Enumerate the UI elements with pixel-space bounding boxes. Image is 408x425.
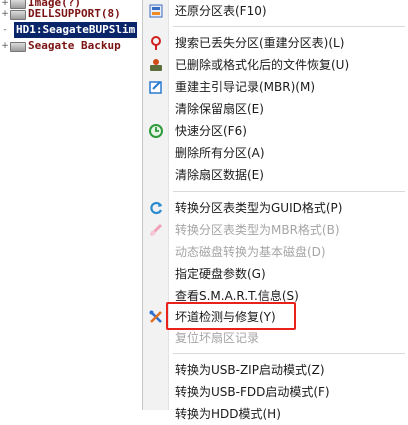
menu-item-label: 已删除或格式化后的文件恢复(U)	[175, 58, 350, 72]
search-lost-partition-icon	[148, 35, 164, 51]
rebuild-mbr-icon	[148, 79, 164, 95]
menu-item-convert-hdd[interactable]: 转换为HDD模式(H)	[143, 403, 408, 425]
menu-item-clear-reserved-sectors[interactable]: 清除保留扇区(E)	[143, 98, 408, 120]
menu-item-label: 清除保留扇区(E)	[175, 102, 264, 116]
menu-item-convert-usb-fdd[interactable]: 转换为USB-FDD启动模式(F)	[143, 381, 408, 403]
menu-item-quick-partition[interactable]: 快速分区(F6)	[143, 120, 408, 142]
tree-item-dellsupport[interactable]: + DELLSUPPORT(8)	[0, 6, 142, 22]
menu-item-restore-partition-table[interactable]: 还原分区表(F10)	[143, 0, 408, 22]
menu-item-label: 动态磁盘转换为基本磁盘(D)	[175, 245, 326, 259]
tools-icon	[148, 309, 164, 325]
tree-expander[interactable]: -	[0, 22, 10, 38]
menu-item-label: 清除扇区数据(E)	[175, 168, 264, 182]
menu-item-clear-sector-data[interactable]: 清除扇区数据(E)	[143, 164, 408, 186]
menu-item-convert-to-guid[interactable]: 转换分区表类型为GUID格式(P)	[143, 197, 408, 219]
menu-item-label: 转换为HDD模式(H)	[175, 407, 281, 421]
tree-item-label: Seagate Backup	[28, 39, 121, 52]
menu-item-dynamic-to-basic[interactable]: 动态磁盘转换为基本磁盘(D)	[143, 241, 408, 263]
convert-mbr-icon	[148, 222, 164, 238]
partition-icon	[10, 42, 26, 52]
menu-separator	[173, 26, 405, 27]
convert-guid-icon	[148, 200, 164, 216]
menu-item-label: 转换为USB-FDD启动模式(F)	[175, 385, 330, 399]
menu-item-label: 转换分区表类型为MBR格式(B)	[175, 223, 340, 237]
tree-expander[interactable]: +	[0, 38, 10, 54]
menu-item-label: 转换分区表类型为GUID格式(P)	[175, 201, 343, 215]
menu-item-search-lost-partition[interactable]: 搜索已丢失分区(重建分区表)(L)	[143, 32, 408, 54]
quick-partition-icon	[148, 123, 164, 139]
restore-table-icon	[148, 3, 164, 19]
annotation-highlight-box	[166, 302, 296, 330]
menu-item-delete-all-partitions[interactable]: 删除所有分区(A)	[143, 142, 408, 164]
menu-item-rebuild-mbr[interactable]: 重建主引导记录(MBR)(M)	[143, 76, 408, 98]
menu-item-specify-disk-params[interactable]: 指定硬盘参数(G)	[143, 263, 408, 285]
file-recovery-icon	[148, 57, 164, 73]
menu-item-label: 重建主引导记录(MBR)(M)	[175, 80, 316, 94]
menu-item-label: 还原分区表(F10)	[175, 4, 267, 18]
tree-expander[interactable]: +	[0, 6, 10, 22]
menu-item-label: 快速分区(F6)	[175, 124, 247, 138]
menu-item-convert-usb-zip[interactable]: 转换为USB-ZIP启动模式(Z)	[143, 359, 408, 381]
menu-item-label: 指定硬盘参数(G)	[175, 267, 266, 281]
menu-separator	[173, 353, 405, 354]
menu-item-label: 删除所有分区(A)	[175, 146, 265, 160]
menu-separator	[173, 191, 405, 192]
partition-icon	[10, 10, 26, 20]
disk-context-menu: 还原分区表(F10) 搜索已丢失分区(重建分区表)(L) 已删除或格式化后的文件…	[142, 0, 408, 421]
menu-item-label: 搜索已丢失分区(重建分区表)(L)	[175, 36, 345, 50]
menu-item-convert-to-mbr[interactable]: 转换分区表类型为MBR格式(B)	[143, 219, 408, 241]
disk-tree: + Image(?) + DELLSUPPORT(8) - HD1:Seagat…	[0, 0, 142, 410]
menu-item-label: 复位坏扇区记录	[175, 331, 260, 345]
menu-item-reset-bad-sector-record[interactable]: 复位坏扇区记录	[143, 327, 408, 349]
menu-item-file-recovery[interactable]: 已删除或格式化后的文件恢复(U)	[143, 54, 408, 76]
tree-item-seagate-backup[interactable]: + Seagate Backup	[0, 38, 142, 54]
tree-item-label: HD1:SeagateBUPSlim	[14, 22, 138, 38]
menu-item-label: 转换为USB-ZIP启动模式(Z)	[175, 363, 325, 377]
tree-item-hd1[interactable]: - HD1:SeagateBUPSlim	[0, 22, 142, 38]
tree-item-label: DELLSUPPORT(8)	[28, 7, 121, 20]
